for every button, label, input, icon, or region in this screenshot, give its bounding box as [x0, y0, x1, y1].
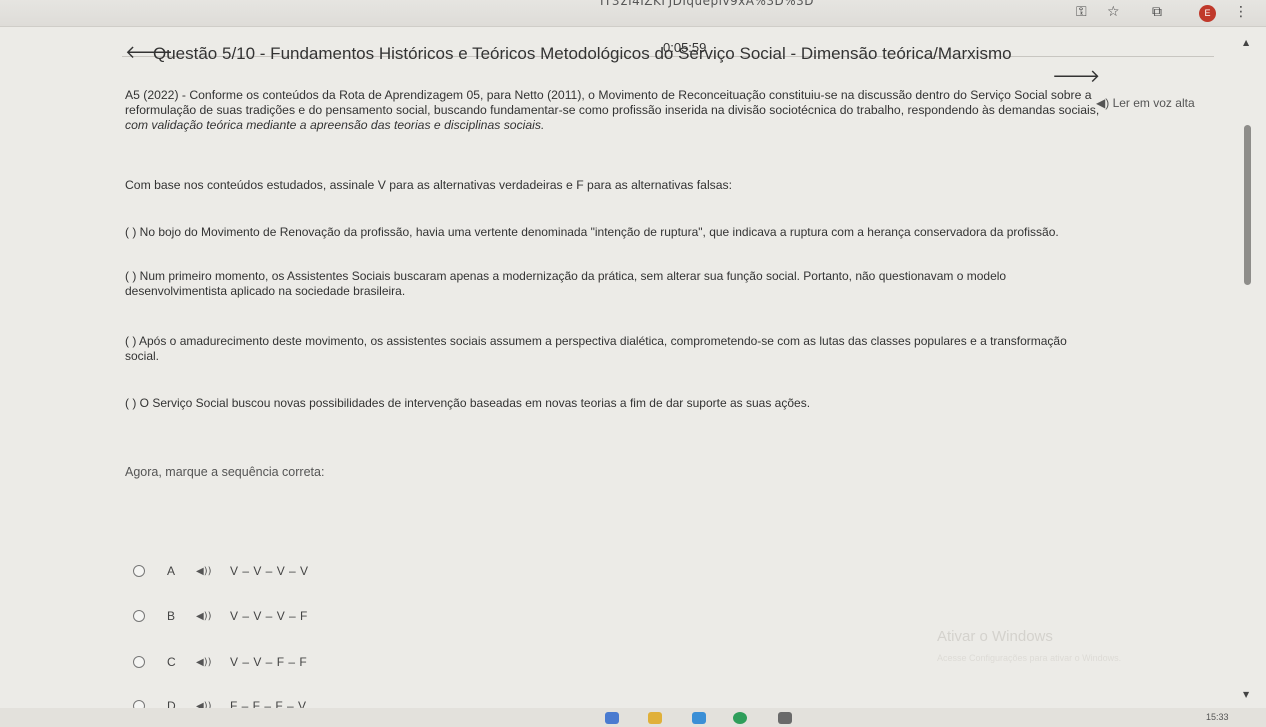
intro-line: reformulação de suas tradições e do pens…	[125, 103, 1100, 117]
scroll-down-arrow-icon[interactable]: ▼	[1243, 690, 1249, 699]
taskbar-browser-icon[interactable]	[733, 712, 747, 724]
next-question-arrow-icon[interactable]: 🡒	[1052, 66, 1100, 87]
scroll-thumb[interactable]	[1244, 125, 1251, 285]
statement-text: ( ) Após o amadurecimento deste moviment…	[125, 334, 1067, 348]
statement-text-continued: social.	[125, 349, 160, 363]
option-letter: C	[167, 655, 176, 669]
star-icon[interactable]: ☆	[1107, 4, 1120, 20]
menu-icon[interactable]: ⋮	[1234, 4, 1248, 20]
taskbar-app-icon[interactable]	[605, 712, 619, 724]
taskbar-clock: 15:33	[1206, 712, 1229, 722]
statement-text: ( ) No bojo do Movimento de Renovação da…	[125, 225, 1059, 239]
statement-item: ( ) Após o amadurecimento deste moviment…	[125, 334, 1205, 364]
option-answer: V – V – V – F	[230, 609, 308, 623]
taskbar-folder-icon[interactable]	[648, 712, 662, 724]
radio-button[interactable]	[133, 656, 145, 668]
speaker-icon[interactable]: ◀))	[196, 657, 212, 668]
answer-option-b[interactable]: B ◀)) V – V – V – F	[133, 608, 307, 624]
question-title: Questão 5/10 - Fundamentos Históricos e …	[153, 44, 1012, 63]
browser-toolbar: ΙΤ3ΣΙ4ΙΖΚΓJDIqueplv9xA%3D%3D ⚿ ☆ ⧉ E ⋮	[0, 0, 1266, 27]
taskbar-app-icon[interactable]	[778, 712, 792, 724]
option-letter: B	[167, 609, 176, 623]
statement-text: ( ) Num primeiro momento, os Assistentes…	[125, 269, 1007, 283]
statement-item: ( ) Num primeiro momento, os Assistentes…	[125, 269, 1205, 299]
page-scrollbar[interactable]: ▲ ▼	[1240, 30, 1254, 710]
speaker-icon[interactable]: ◀))	[196, 566, 212, 577]
taskbar-app-icon[interactable]	[692, 712, 706, 724]
statement-item: ( ) No bojo do Movimento de Renovação da…	[125, 225, 1205, 240]
statement-text-continued: desenvolvimentista aplicado na sociedade…	[125, 284, 406, 298]
option-letter: A	[167, 564, 176, 578]
intro-line: com validação teórica mediante a apreens…	[125, 118, 545, 132]
answer-option-a[interactable]: A ◀)) V – V – V – V	[133, 563, 308, 579]
intro-line: A5 (2022) - Conforme os conteúdos da Rot…	[125, 88, 1092, 102]
radio-button[interactable]	[133, 610, 145, 622]
question-instruction: Com base nos conteúdos estudados, assina…	[125, 178, 733, 192]
extension-icon[interactable]: ⧉	[1152, 4, 1162, 20]
windows-activation-watermark: Ativar o Windows	[937, 628, 1053, 645]
scroll-up-arrow-icon[interactable]: ▲	[1243, 38, 1249, 47]
option-answer: V – V – F – F	[230, 655, 308, 669]
speaker-icon[interactable]: ◀))	[196, 611, 212, 622]
answer-option-c[interactable]: C ◀)) V – V – F – F	[133, 654, 307, 670]
statement-item: ( ) O Serviço Social buscou novas possib…	[125, 396, 1205, 411]
key-icon[interactable]: ⚿	[1076, 4, 1087, 20]
address-bar-text[interactable]: ΙΤ3ΣΙ4ΙΖΚΓJDIqueplv9xA%3D%3D	[600, 0, 814, 8]
os-taskbar: 15:33	[0, 708, 1266, 727]
radio-button[interactable]	[133, 565, 145, 577]
profile-avatar[interactable]: E	[1199, 5, 1216, 22]
question-intro: A5 (2022) - Conforme os conteúdos da Rot…	[125, 88, 1215, 133]
answer-prompt: Agora, marque a sequência correta:	[125, 465, 325, 479]
windows-activation-subtext: Acesse Configurações para ativar o Windo…	[937, 653, 1122, 663]
option-answer: V – V – V – V	[230, 564, 309, 578]
statement-text: ( ) O Serviço Social buscou novas possib…	[125, 396, 811, 410]
